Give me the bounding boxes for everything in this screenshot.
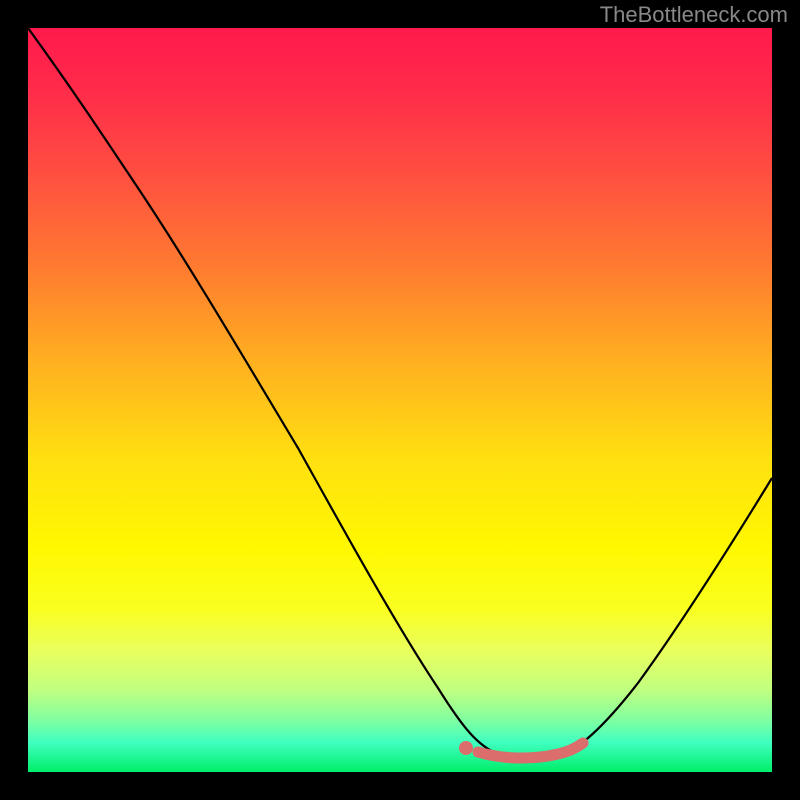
optimal-range-start-dot (459, 741, 473, 755)
optimal-range-marker (478, 743, 583, 758)
bottleneck-curve (28, 28, 772, 761)
chart-plot-area (28, 28, 772, 772)
attribution-text: TheBottleneck.com (600, 2, 788, 28)
chart-svg (28, 28, 772, 772)
